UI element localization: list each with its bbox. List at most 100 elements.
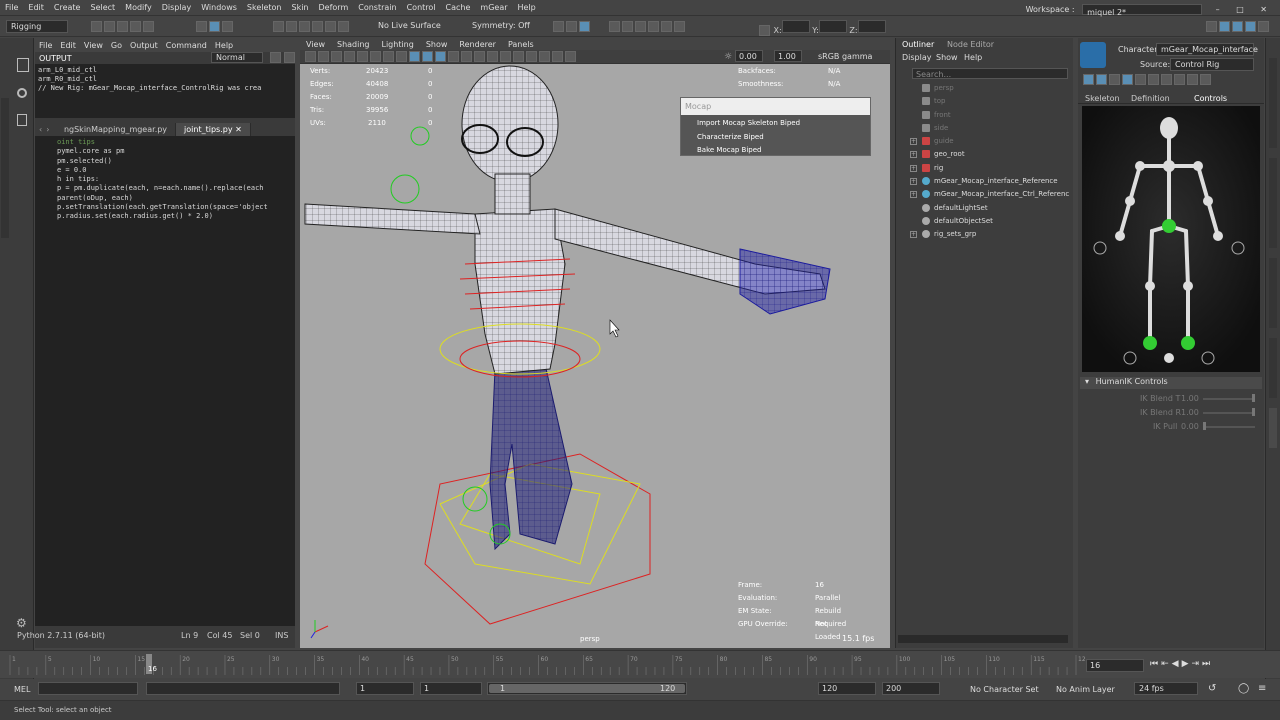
go-to-end-icon[interactable]: ⏭ [1202,659,1213,669]
snap-edge-icon[interactable] [338,21,349,32]
outliner-item[interactable]: + mGear_Mocap_interface_Reference [896,175,1074,188]
source-dropdown[interactable]: Control Rig [1170,58,1254,71]
hik-right-hand-effector[interactable] [1213,231,1223,241]
command-line-input[interactable] [38,682,138,695]
textured-icon[interactable] [448,51,459,62]
tab-definition[interactable]: Definition [1131,94,1170,103]
ol-menu-show[interactable]: Show [936,53,958,62]
tab-joint-tips[interactable]: joint_tips.py ✕ [176,123,251,136]
step-back-key-icon[interactable]: ⇤ [1161,659,1172,669]
tab-skeleton[interactable]: Skeleton [1085,94,1120,103]
hik-release-icon[interactable] [1135,74,1146,85]
step-forward-key-icon[interactable]: ⇥ [1192,659,1203,669]
tab-next-icon[interactable]: › [46,125,49,134]
motion-blur-icon[interactable] [500,51,511,62]
hik-pin-icon[interactable] [1122,74,1133,85]
ambient-occlusion-icon[interactable] [487,51,498,62]
expand-icon[interactable]: + [910,191,917,199]
hik-right-elbow-effector[interactable] [1203,196,1213,206]
auto-key-icon[interactable]: ◯ [1238,683,1249,694]
fps-dropdown[interactable]: 24 fps [1134,682,1198,695]
render-current-icon[interactable] [579,21,590,32]
camera-attributes-icon[interactable] [318,51,329,62]
output-log[interactable]: arm_L0_mid_ctl arm_R0_mid_ctl // New Rig… [35,64,295,118]
hik-left-foot-effector[interactable] [1143,336,1157,350]
bookmark-camera-icon[interactable] [331,51,342,62]
code-editor[interactable]: oint tips pymel.core as pm pm.selected()… [35,136,295,626]
vertical-tab-channel-box[interactable] [1269,58,1277,148]
expand-icon[interactable]: + [910,164,917,172]
outliner-item[interactable]: + rig_sets_grp [896,228,1074,241]
vp-menu-view[interactable]: View [300,38,331,49]
play-forward-icon[interactable]: ▶ [1182,659,1192,669]
vp-menu-lighting[interactable]: Lighting [375,38,419,49]
snap-point-icon[interactable] [299,21,310,32]
tool-settings-toggle-icon[interactable] [1232,21,1243,32]
hypershade-icon[interactable] [635,21,647,32]
command-language-label[interactable]: MEL [14,685,30,694]
vertical-tab-modeling-toolkit[interactable] [1269,158,1277,248]
image-plane-icon[interactable] [344,51,355,62]
range-bar[interactable]: 1 120 [487,682,687,695]
depth-of-field-icon[interactable] [526,51,537,62]
z-field[interactable] [857,20,886,33]
search-icon[interactable] [17,88,27,98]
symmetry-dropdown[interactable]: Symmetry: Off [472,21,530,30]
hik-edit-icon[interactable] [1187,74,1198,85]
menu-help[interactable]: Help [513,0,541,12]
undo-icon[interactable] [130,21,141,32]
hik-mirror-icon[interactable] [1174,74,1185,85]
hik-head-effector[interactable] [1160,117,1178,139]
menu-select[interactable]: Select [85,0,120,12]
hik-full-body-icon[interactable] [1083,74,1094,85]
workspace-dropdown[interactable]: miquel 2* [1082,4,1203,17]
vp-menu-panels[interactable]: Panels [502,38,540,49]
window-minimize-icon[interactable]: – [1211,2,1225,14]
import-mocap-skeleton-item[interactable]: Import Mocap Skeleton Biped [681,115,870,131]
time-slider[interactable]: 1 5 10 15 20 25 30 35 40 45 50 55 60 65 70 75 80 85 90 95 10… [0,650,1280,678]
se-menu-help[interactable]: Help [211,38,237,53]
new-scene-icon[interactable] [91,21,102,32]
anim-layer-dropdown[interactable]: No Anim Layer [1056,685,1115,694]
playback-end-field[interactable]: 120 [818,682,876,695]
tab-controls[interactable]: Controls [1194,94,1227,103]
menuset-dropdown[interactable]: Rigging [6,20,68,33]
channel-box-toggle-icon[interactable] [1245,21,1256,32]
outliner-item[interactable]: top [896,95,1074,108]
coordinate-mode-icon[interactable] [759,25,770,36]
render-view-icon[interactable] [566,21,577,32]
snap-grid-icon[interactable] [273,21,284,32]
anti-aliasing-icon[interactable] [513,51,524,62]
modeling-toolkit-toggle-icon[interactable] [1206,21,1217,32]
expand-icon[interactable]: + [910,231,917,239]
tab-node-editor[interactable]: Node Editor [947,40,994,49]
menu-mgear[interactable]: mGear [475,0,512,12]
save-scene-icon[interactable] [117,21,128,32]
menu-display[interactable]: Display [157,0,197,12]
hik-left-hand-effector[interactable] [1115,231,1125,241]
menu-constrain[interactable]: Constrain [353,0,401,12]
outliner-item[interactable]: defaultObjectSet [896,215,1074,228]
hik-character-figure[interactable] [1082,106,1260,372]
hik-right-foot-effector[interactable] [1181,336,1195,350]
outliner-scrollbar[interactable] [898,635,1068,643]
ik-blend-r-slider[interactable] [1203,412,1255,414]
ik-blend-t-slider[interactable] [1203,398,1255,400]
menu-deform[interactable]: Deform [314,0,354,12]
hik-fk-icon[interactable] [1200,74,1211,85]
se-menu-go[interactable]: Go [107,38,126,53]
isolate-select-icon[interactable] [539,51,550,62]
menu-create[interactable]: Create [49,0,86,12]
xray-joints-icon[interactable] [565,51,576,62]
animation-start-field[interactable]: 1 [356,682,414,695]
outliner-item[interactable]: front [896,109,1074,122]
outliner-search-input[interactable]: Search... [912,68,1068,79]
slider-handle[interactable] [1252,408,1255,416]
outliner-item[interactable]: side [896,122,1074,135]
settings-gear-icon[interactable]: ⚙ [16,616,27,630]
film-gate-icon[interactable] [370,51,381,62]
attribute-editor-toggle-icon[interactable] [1219,21,1230,32]
pause-viewport-icon[interactable] [674,21,686,32]
live-surface-label[interactable]: No Live Surface [378,21,441,30]
open-scene-icon[interactable] [104,21,115,32]
